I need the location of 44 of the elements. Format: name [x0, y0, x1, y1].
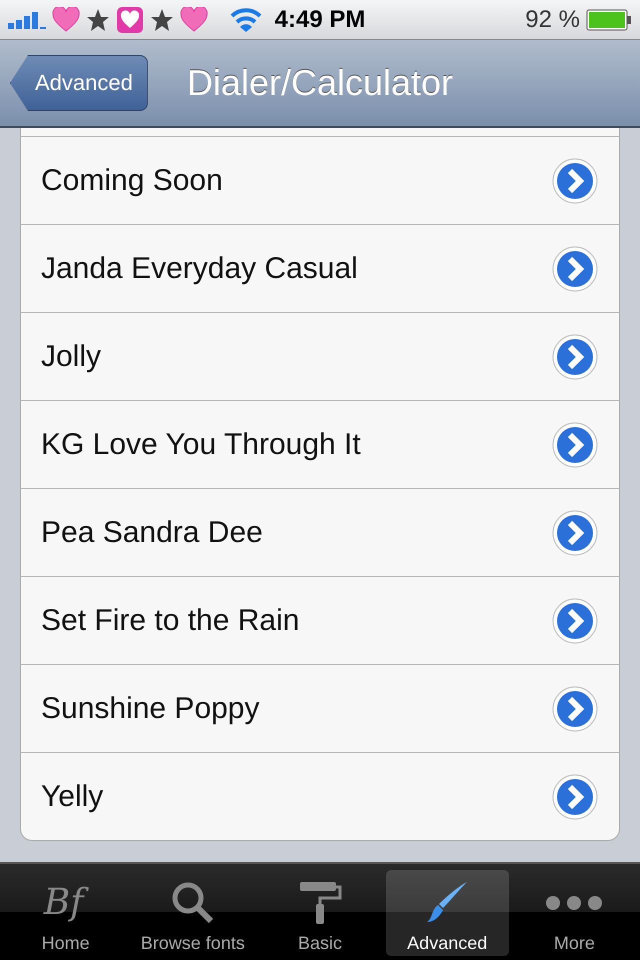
list-row[interactable]: Yelly [21, 753, 619, 840]
star-icon [150, 8, 174, 32]
row-label: Set Fire to the Rain [41, 604, 300, 638]
battery-icon [586, 8, 632, 30]
disclosure-icon[interactable] [551, 772, 599, 820]
back-button[interactable]: Advanced [10, 55, 148, 111]
row-label: Pea Sandra Dee [41, 516, 264, 550]
star-icon [86, 8, 110, 32]
tab-button[interactable]: Bf Home [4, 870, 128, 956]
battery-percentage: 92 % [525, 6, 580, 34]
disclosure-icon[interactable] [551, 508, 599, 556]
list-row[interactable]: Jolly [21, 313, 619, 401]
list-row[interactable]: Coming Soon [21, 136, 619, 225]
row-label: KG Love You Through It [41, 428, 362, 462]
search-icon [170, 881, 215, 925]
list-row[interactable]: Set Fire to the Rain [21, 577, 619, 665]
tab-button[interactable]: Advanced [386, 870, 509, 956]
paint-roller-icon [298, 880, 342, 926]
list-row[interactable]: KG Love You Through It [21, 401, 619, 489]
list-row[interactable]: Sunshine Poppy [21, 665, 619, 753]
heart-icon [180, 6, 208, 32]
status-time: 4:49 PM [274, 6, 366, 32]
row-label: Yelly [41, 780, 104, 814]
disclosure-icon[interactable] [551, 596, 599, 644]
disclosure-icon[interactable] [551, 332, 599, 380]
row-label: Sunshine Poppy [41, 692, 260, 726]
row-label: Janda Everyday Casual [41, 252, 359, 286]
disclosure-icon[interactable] [551, 420, 599, 468]
row-label: Coming Soon [41, 164, 224, 198]
disclosure-icon[interactable] [551, 244, 599, 292]
nav-title: Dialer/Calculator [186, 62, 454, 103]
row-label: Jolly [41, 340, 102, 374]
logo-icon: Bf [40, 879, 92, 927]
wifi-icon [230, 6, 262, 32]
tab-button[interactable]: More [512, 870, 636, 956]
list-row[interactable]: Pea Sandra Dee [21, 489, 619, 577]
more-icon [545, 895, 604, 911]
disclosure-icon[interactable] [551, 156, 599, 204]
heart-icon [52, 6, 80, 32]
list-row[interactable]: Janda Everyday Casual [21, 225, 619, 313]
signal-icon [8, 10, 46, 28]
tab-button[interactable]: Basic [258, 870, 382, 956]
tab-button[interactable]: Browse fonts [131, 870, 254, 956]
disclosure-icon[interactable] [551, 684, 599, 732]
